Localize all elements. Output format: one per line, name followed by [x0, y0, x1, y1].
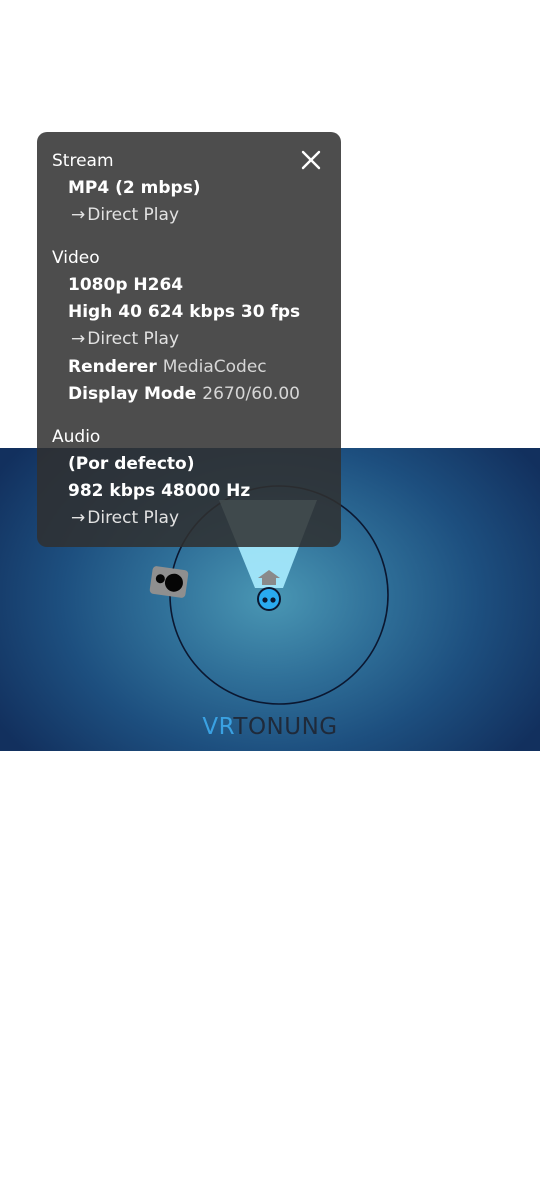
video-resolution-codec: 1080p H264	[68, 275, 184, 295]
arrow-right-icon: →	[71, 205, 86, 225]
speaker-object	[149, 566, 189, 598]
arrow-right-icon: →	[71, 508, 86, 528]
player-character	[257, 587, 281, 611]
close-button[interactable]	[299, 148, 323, 172]
video-display-mode: Display Mode 2670/60.00	[68, 384, 300, 404]
video-section-title: Video	[52, 248, 100, 268]
stream-format: MP4 (2 mbps)	[68, 178, 201, 198]
vrtonung-logo: VRTONUNG	[202, 714, 338, 740]
stream-play-method: → Direct Play	[71, 205, 180, 225]
arrow-right-icon: →	[71, 329, 86, 349]
audio-bitrate: 982 kbps 48000 Hz	[68, 481, 251, 501]
stream-section-title: Stream	[52, 151, 114, 171]
playback-stats-panel: Stream MP4 (2 mbps) → Direct Play Video 1…	[37, 132, 341, 547]
video-play-method: → Direct Play	[71, 329, 180, 349]
audio-play-method: → Direct Play	[71, 508, 180, 528]
video-renderer: Renderer MediaCodec	[68, 357, 267, 377]
close-icon	[301, 150, 321, 170]
audio-section-title: Audio	[52, 427, 101, 447]
video-profile: High 40 624 kbps 30 fps	[68, 302, 301, 322]
audio-track: (Por defecto)	[68, 454, 195, 474]
